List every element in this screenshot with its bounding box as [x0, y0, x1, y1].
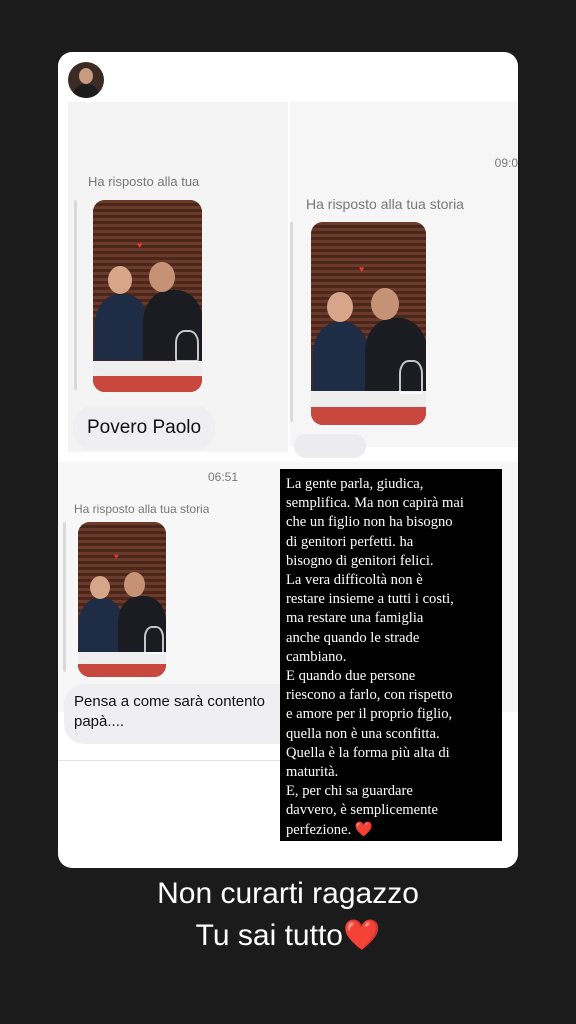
glass: [144, 626, 164, 654]
person-woman-head: [90, 576, 110, 599]
story-caption-line-2: Tu sai tutto❤️: [0, 916, 576, 956]
glass: [399, 360, 423, 394]
story-caption-line-1: Non curarti ragazzo: [157, 877, 419, 910]
table: [78, 664, 166, 677]
timestamp: 06:51: [208, 470, 239, 484]
quote-bar: [63, 522, 66, 672]
quote-bar: [74, 200, 77, 390]
overlay-line: di genitori perfetti. ha: [286, 533, 414, 550]
overlay-line: e amore per il proprio figlio,: [286, 706, 453, 723]
person-man-head: [371, 288, 399, 320]
overlay-line: anche quando le strade: [286, 629, 420, 646]
story-thumbnail[interactable]: ♥: [78, 522, 166, 677]
username[interactable]: davidebonolis_: [116, 70, 229, 87]
overlay-line-text: perfezione.: [286, 821, 352, 838]
table: [93, 376, 202, 392]
screenshot-left: Ha risposto alla tua ♥ Povero Paolo: [68, 102, 288, 452]
quote-bar: [290, 222, 293, 422]
overlay-line: E, per chi sa guardare: [286, 783, 413, 800]
overlay-line: La gente parla, giudica,: [286, 476, 424, 492]
heart-icon: ❤️: [342, 919, 381, 952]
message-bubble: Povero Paolo: [73, 406, 215, 450]
overlay-line: restare insieme a tutti i costi,: [286, 591, 454, 608]
overlay-line: cambiano.: [286, 648, 347, 665]
overlay-line: semplifica. Ma non capirà mai: [286, 495, 464, 512]
reply-label: Ha risposto alla tua storia: [306, 196, 464, 212]
reply-label: Ha risposto alla tua storia: [74, 502, 210, 516]
caption-text: Tu sai tutto: [195, 919, 343, 952]
overlay-line: Quella è la forma più alta di: [286, 744, 450, 761]
table: [311, 407, 426, 425]
reply-label: Ha risposto alla tua: [88, 174, 200, 189]
person-woman: [79, 598, 123, 652]
tablecloth: [93, 361, 202, 376]
overlay-line: E quando due persone: [286, 668, 416, 685]
heart-icon: ♥: [359, 264, 365, 274]
overlay-line: che un figlio non ha bisogno: [286, 514, 453, 531]
overlay-line: maturità.: [286, 764, 339, 781]
overlay-line-last: perfezione. ❤️: [286, 821, 496, 840]
person-man-head: [149, 262, 175, 292]
heart-icon: ♥: [114, 552, 119, 561]
glass: [175, 330, 199, 362]
avatar-body: [73, 84, 99, 98]
overlay-line: La vera difficoltà non è: [286, 572, 423, 589]
overlay-line: quella non è una sconfitta.: [286, 725, 440, 742]
overlay-line: bisogno di genitori felici.: [286, 552, 434, 569]
person-man-head: [124, 572, 145, 597]
divider: [58, 760, 286, 761]
person-woman-head: [108, 266, 132, 294]
story-text-overlay: La gente parla, giudica, semplifica. Ma …: [280, 469, 502, 841]
heart-icon: ❤️: [354, 821, 374, 838]
overlay-line: davvero, è semplicemente: [286, 802, 438, 819]
message-bubble-partial: [294, 434, 366, 458]
avatar-face: [79, 68, 93, 84]
story-thumbnail[interactable]: ♥: [311, 222, 426, 425]
overlay-line: riescono a farlo, con rispetto: [286, 687, 453, 704]
story-thumbnail[interactable]: ♥: [93, 200, 202, 392]
person-woman: [95, 294, 149, 360]
timestamp: 09:0: [494, 156, 518, 170]
person-woman: [313, 322, 369, 392]
heart-icon: ♥: [137, 240, 143, 250]
screenshot-right: 09:0 Ha risposto alla tua storia ♥: [290, 102, 518, 458]
profile-avatar[interactable]: [68, 62, 104, 98]
overlay-line: ma restare una famiglia: [286, 610, 424, 627]
person-woman-head: [327, 292, 353, 322]
